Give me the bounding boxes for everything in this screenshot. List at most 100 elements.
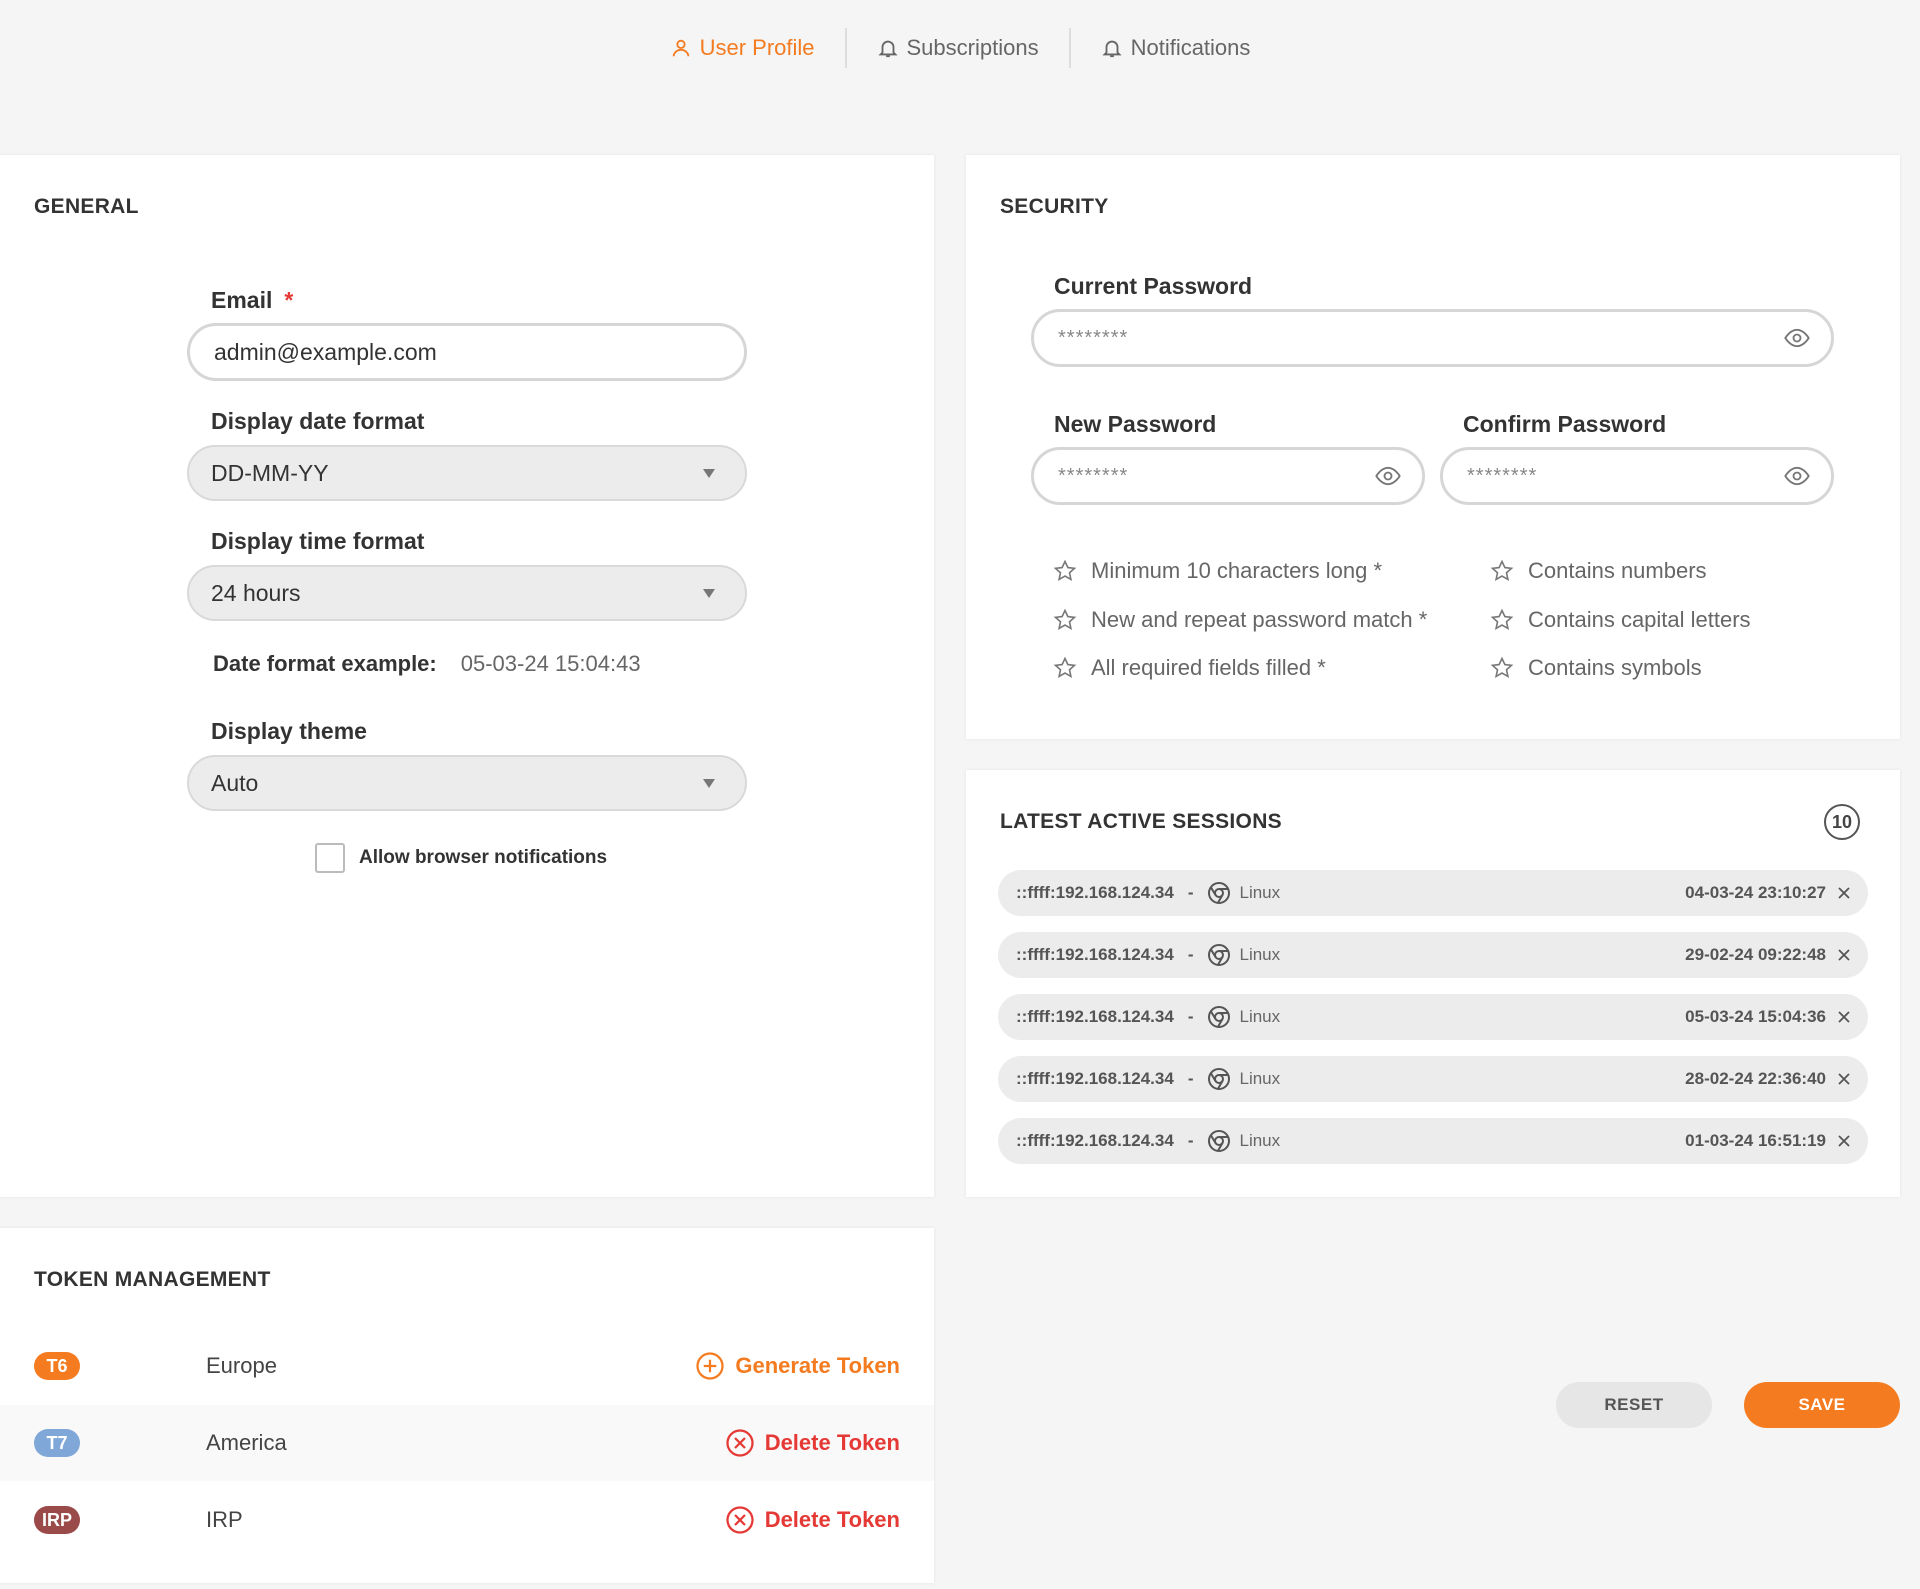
star-icon	[1053, 656, 1077, 678]
session-ip: ::ffff:192.168.124.34	[1016, 1007, 1174, 1026]
rule-text: Contains capital letters	[1528, 607, 1751, 632]
token-region: IRP	[206, 1507, 243, 1532]
token-badge: T7	[34, 1429, 80, 1457]
theme-value: Auto	[211, 769, 259, 796]
profile-tabs: User Profile Subscriptions Notifications	[0, 28, 1920, 68]
current-password-input[interactable]: ********	[1031, 309, 1834, 367]
chrome-icon	[1208, 882, 1231, 904]
new-password-input[interactable]: ********	[1031, 447, 1425, 505]
tab-label: Subscriptions	[906, 35, 1039, 60]
chrome-icon	[1208, 1130, 1231, 1152]
save-button[interactable]: SAVE	[1744, 1382, 1900, 1428]
bell-icon	[877, 40, 898, 58]
session-row: ::ffff:192.168.124.34 - Linux 29-02-24 0…	[998, 932, 1868, 978]
session-row: ::ffff:192.168.124.34 - Linux 04-03-24 2…	[998, 870, 1868, 916]
session-time: 01-03-24 16:51:19	[1685, 1131, 1826, 1150]
rule-text: Minimum 10 characters long *	[1091, 558, 1383, 583]
email-label: Email *	[211, 287, 293, 314]
password-rule: Contains numbers	[1490, 558, 1707, 584]
email-label-text: Email	[211, 287, 273, 313]
required-marker: *	[284, 287, 294, 313]
token-management-title: TOKEN MANAGEMENT	[34, 1268, 271, 1291]
session-os: Linux	[1239, 945, 1281, 964]
theme-label: Display theme	[211, 718, 367, 744]
confirm-password-value: ********	[1467, 464, 1538, 487]
date-format-value: DD-MM-YY	[211, 459, 329, 486]
star-icon	[1490, 656, 1514, 678]
star-icon	[1053, 559, 1077, 581]
date-format-example: Date format example: 05-03-24 15:04:43	[213, 651, 641, 677]
token-action-label: Delete Token	[764, 1430, 900, 1455]
notifications-checkbox[interactable]	[315, 843, 345, 873]
password-rule: All required fields filled *	[1053, 655, 1326, 681]
session-os: Linux	[1239, 1069, 1281, 1088]
token-action-label: Generate Token	[735, 1353, 900, 1378]
close-icon[interactable]	[1836, 885, 1852, 901]
example-label: Date format example:	[213, 651, 437, 676]
session-row: ::ffff:192.168.124.34 - Linux 01-03-24 1…	[998, 1118, 1868, 1164]
token-row: IRP IRP Delete Token	[0, 1482, 934, 1558]
chrome-icon	[1208, 944, 1231, 966]
bell-icon	[1102, 40, 1122, 58]
delete-token-button[interactable]: Delete Token	[725, 1428, 900, 1458]
generate-token-button[interactable]: Generate Token	[695, 1351, 900, 1381]
chevron-down-icon	[703, 468, 715, 478]
example-value: 05-03-24 15:04:43	[460, 651, 641, 676]
token-management-card: TOKEN MANAGEMENT T6 Europe Generate Toke…	[0, 1228, 934, 1583]
token-region: Europe	[206, 1353, 277, 1378]
session-os: Linux	[1239, 1131, 1281, 1150]
plus-circle-icon	[696, 1352, 724, 1380]
confirm-password-input[interactable]: ********	[1440, 447, 1834, 505]
sessions-title: LATEST ACTIVE SESSIONS	[1000, 810, 1282, 833]
delete-token-button[interactable]: Delete Token	[725, 1505, 900, 1535]
password-rule: Minimum 10 characters long *	[1053, 558, 1382, 584]
password-rule: Contains capital letters	[1490, 607, 1751, 633]
theme-select[interactable]: Auto	[187, 755, 747, 811]
current-password-label: Current Password	[1054, 273, 1253, 299]
token-badge: IRP	[34, 1506, 80, 1534]
session-count-badge: 10	[1824, 804, 1860, 840]
token-action-label: Delete Token	[764, 1507, 900, 1532]
password-rule: New and repeat password match *	[1053, 607, 1427, 633]
close-icon[interactable]	[1836, 1133, 1852, 1149]
security-card: SECURITY Current Password ******** New P…	[966, 155, 1900, 739]
session-separator: -	[1187, 1069, 1194, 1088]
session-time: 29-02-24 09:22:48	[1685, 945, 1826, 964]
close-icon[interactable]	[1836, 1009, 1852, 1025]
session-time: 05-03-24 15:04:36	[1685, 1007, 1826, 1026]
tab-notifications[interactable]: Notifications	[1071, 35, 1281, 61]
general-card: GENERAL Email * Display date format DD-MM…	[0, 155, 934, 1197]
close-icon[interactable]	[1836, 1071, 1852, 1087]
current-password-value: ********	[1058, 326, 1129, 349]
close-circle-icon	[726, 1506, 754, 1534]
eye-icon[interactable]	[1374, 462, 1402, 490]
time-format-label: Display time format	[211, 528, 425, 554]
tab-user-profile[interactable]: User Profile	[640, 35, 845, 61]
session-ip: ::ffff:192.168.124.34	[1016, 1131, 1174, 1150]
notifications-label: Allow browser notifications	[359, 847, 608, 868]
session-ip: ::ffff:192.168.124.34	[1016, 1069, 1174, 1088]
email-input[interactable]	[187, 323, 747, 381]
tab-label: Notifications	[1130, 35, 1251, 60]
star-icon	[1490, 559, 1514, 581]
new-password-value: ********	[1058, 464, 1129, 487]
close-icon[interactable]	[1836, 947, 1852, 963]
eye-icon[interactable]	[1783, 324, 1811, 352]
confirm-password-label: Confirm Password	[1463, 411, 1667, 437]
time-format-select[interactable]: 24 hours	[187, 565, 747, 621]
rule-text: Contains numbers	[1528, 558, 1707, 583]
browser-notifications-toggle[interactable]: Allow browser notifications	[315, 843, 607, 873]
security-title: SECURITY	[1000, 195, 1109, 218]
password-rule: Contains symbols	[1490, 655, 1702, 681]
chrome-icon	[1208, 1006, 1231, 1028]
rule-text: Contains symbols	[1528, 655, 1702, 680]
user-icon	[672, 39, 689, 57]
tab-subscriptions[interactable]: Subscriptions	[847, 35, 1069, 61]
session-separator: -	[1187, 1007, 1194, 1026]
star-icon	[1053, 608, 1077, 630]
eye-icon[interactable]	[1783, 462, 1811, 490]
session-ip: ::ffff:192.168.124.34	[1016, 945, 1174, 964]
reset-button[interactable]: RESET	[1556, 1382, 1712, 1428]
date-format-select[interactable]: DD-MM-YY	[187, 445, 747, 501]
token-row: T6 Europe Generate Token	[0, 1328, 934, 1404]
